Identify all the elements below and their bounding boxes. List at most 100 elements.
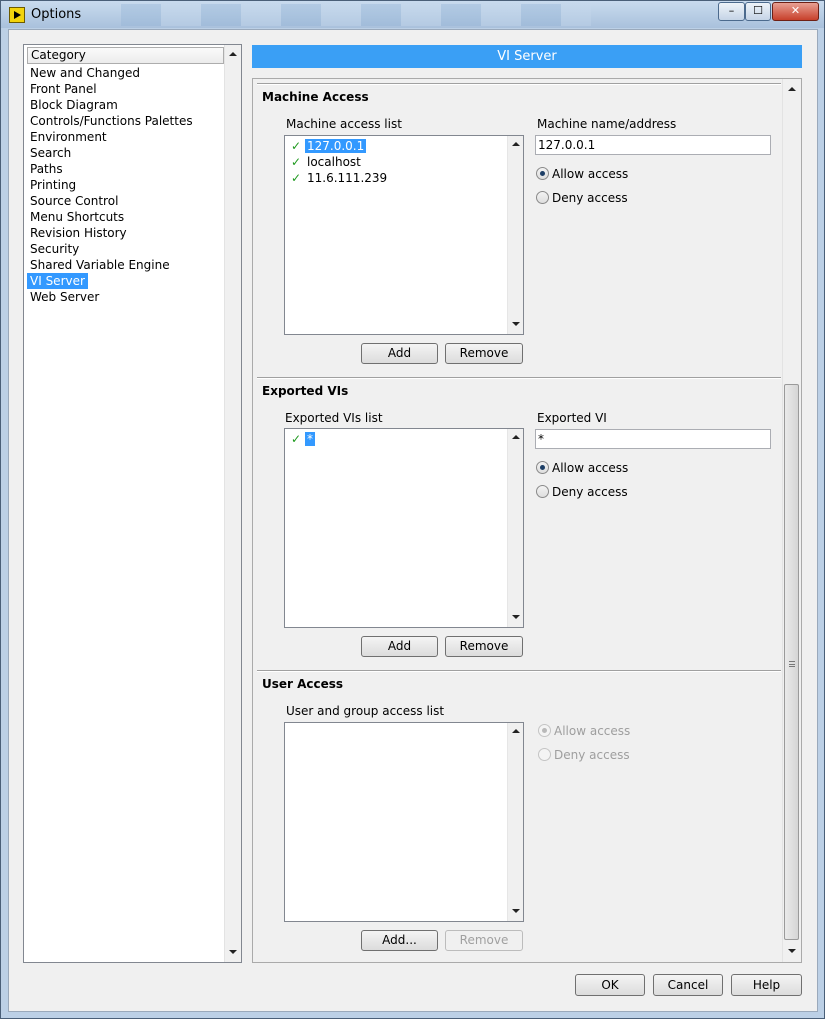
title-bar[interactable]: Options – ☐ ✕ bbox=[1, 1, 824, 28]
exported-vi-input[interactable]: * bbox=[535, 429, 771, 449]
cancel-button[interactable]: Cancel bbox=[653, 974, 723, 996]
exported-vi-label: Exported VI bbox=[537, 411, 607, 425]
radio-unselected-icon bbox=[536, 191, 549, 204]
section-divider bbox=[257, 83, 781, 85]
category-item-shared-variable-engine[interactable]: Shared Variable Engine bbox=[27, 257, 173, 273]
machine-name-input[interactable]: 127.0.0.1 bbox=[535, 135, 771, 155]
list-item[interactable]: ✓ 11.6.111.239 bbox=[287, 170, 505, 186]
machine-deny-access-label: Deny access bbox=[552, 191, 628, 205]
user-allow-access-radio: Allow access bbox=[538, 722, 630, 740]
scroll-down-arrow-icon[interactable] bbox=[788, 949, 796, 953]
category-item-new-and-changed[interactable]: New and Changed bbox=[27, 65, 143, 81]
scroll-up-arrow-icon[interactable] bbox=[788, 87, 796, 91]
check-icon: ✓ bbox=[290, 155, 302, 169]
category-scrollbar[interactable] bbox=[224, 45, 241, 962]
exported-vis-list[interactable]: ✓ * bbox=[284, 428, 524, 628]
user-add-button[interactable]: Add... bbox=[361, 930, 438, 951]
user-access-list-label: User and group access list bbox=[286, 704, 445, 718]
labview-icon bbox=[9, 7, 25, 23]
page-title: VI Server bbox=[252, 45, 802, 68]
ok-button[interactable]: OK bbox=[575, 974, 645, 996]
category-item-revision-history[interactable]: Revision History bbox=[27, 225, 130, 241]
machine-name-label: Machine name/address bbox=[537, 117, 677, 131]
settings-panel: Machine Access Machine access list ✓ 127.… bbox=[252, 78, 802, 963]
user-allow-access-label: Allow access bbox=[554, 724, 631, 738]
user-access-list[interactable] bbox=[284, 722, 524, 922]
vi-allow-access-radio[interactable]: Allow access bbox=[536, 459, 628, 477]
scroll-up-arrow-icon[interactable] bbox=[512, 435, 520, 439]
scroll-down-arrow-icon[interactable] bbox=[512, 615, 520, 619]
category-item-printing[interactable]: Printing bbox=[27, 177, 79, 193]
category-list[interactable]: Category New and Changed Front Panel Block… bbox=[23, 44, 242, 963]
window-title: Options bbox=[31, 7, 82, 22]
category-item-source-control[interactable]: Source Control bbox=[27, 193, 121, 209]
scrollbar-thumb[interactable] bbox=[784, 384, 799, 940]
help-button[interactable]: Help bbox=[731, 974, 802, 996]
list-item-text: 127.0.0.1 bbox=[305, 139, 367, 153]
check-icon: ✓ bbox=[290, 139, 302, 153]
vi-deny-access-label: Deny access bbox=[552, 485, 628, 499]
category-item-search[interactable]: Search bbox=[27, 145, 74, 161]
list-item[interactable]: ✓ 127.0.0.1 bbox=[287, 138, 505, 154]
machine-access-list[interactable]: ✓ 127.0.0.1 ✓ localhost ✓ 11.6.111.239 bbox=[284, 135, 524, 335]
user-list-scrollbar[interactable] bbox=[507, 723, 523, 921]
machine-remove-button[interactable]: Remove bbox=[445, 343, 523, 364]
machine-allow-access-label: Allow access bbox=[552, 167, 629, 181]
category-item-environment[interactable]: Environment bbox=[27, 129, 110, 145]
check-icon: ✓ bbox=[290, 171, 302, 185]
machine-access-list-label: Machine access list bbox=[286, 117, 402, 131]
machine-add-button[interactable]: Add bbox=[361, 343, 438, 364]
machine-deny-access-radio[interactable]: Deny access bbox=[536, 189, 628, 207]
radio-selected-icon bbox=[536, 461, 549, 474]
exported-vis-title: Exported VIs bbox=[262, 384, 349, 398]
machine-list-scrollbar[interactable] bbox=[507, 136, 523, 334]
exported-vis-list-label: Exported VIs list bbox=[285, 411, 383, 425]
vi-add-button[interactable]: Add bbox=[361, 636, 438, 657]
scrollbar-grip-icon bbox=[789, 661, 795, 667]
vi-allow-access-label: Allow access bbox=[552, 461, 629, 475]
category-item-paths[interactable]: Paths bbox=[27, 161, 66, 177]
category-item-menu-shortcuts[interactable]: Menu Shortcuts bbox=[27, 209, 127, 225]
scroll-up-arrow-icon[interactable] bbox=[512, 142, 520, 146]
machine-allow-access-radio[interactable]: Allow access bbox=[536, 165, 628, 183]
scroll-up-arrow-icon[interactable] bbox=[229, 52, 237, 56]
list-item-text: localhost bbox=[307, 155, 361, 169]
list-item[interactable]: ✓ * bbox=[287, 431, 505, 447]
category-item-block-diagram[interactable]: Block Diagram bbox=[27, 97, 121, 113]
scroll-down-arrow-icon[interactable] bbox=[512, 909, 520, 913]
exported-vis-entries: ✓ * bbox=[287, 431, 505, 447]
radio-selected-icon bbox=[536, 167, 549, 180]
section-divider bbox=[257, 670, 781, 672]
vis-list-scrollbar[interactable] bbox=[507, 429, 523, 627]
category-header: Category bbox=[27, 47, 224, 64]
maximize-button[interactable]: ☐ bbox=[745, 2, 771, 21]
list-item-text: 11.6.111.239 bbox=[307, 171, 388, 185]
vi-deny-access-radio[interactable]: Deny access bbox=[536, 483, 628, 501]
minimize-button[interactable]: – bbox=[718, 2, 745, 21]
vi-remove-button[interactable]: Remove bbox=[445, 636, 523, 657]
user-deny-access-radio: Deny access bbox=[538, 746, 630, 764]
machine-access-title: Machine Access bbox=[262, 90, 369, 104]
category-item-vi-server[interactable]: VI Server bbox=[27, 273, 88, 289]
user-access-title: User Access bbox=[262, 677, 344, 691]
category-item-controls-functions-palettes[interactable]: Controls/Functions Palettes bbox=[27, 113, 196, 129]
check-icon: ✓ bbox=[290, 432, 302, 446]
settings-scrollbar[interactable] bbox=[782, 79, 800, 962]
user-remove-button: Remove bbox=[445, 930, 523, 951]
radio-selected-icon bbox=[538, 724, 551, 737]
scroll-up-arrow-icon[interactable] bbox=[512, 729, 520, 733]
category-item-security[interactable]: Security bbox=[27, 241, 82, 257]
list-item[interactable]: ✓ localhost bbox=[287, 154, 505, 170]
radio-unselected-icon bbox=[536, 485, 549, 498]
close-button[interactable]: ✕ bbox=[772, 2, 819, 21]
radio-unselected-icon bbox=[538, 748, 551, 761]
category-item-front-panel[interactable]: Front Panel bbox=[27, 81, 100, 97]
machine-access-entries: ✓ 127.0.0.1 ✓ localhost ✓ 11.6.111.239 bbox=[287, 138, 505, 186]
scroll-down-arrow-icon[interactable] bbox=[229, 950, 237, 954]
section-divider bbox=[257, 377, 781, 379]
scroll-down-arrow-icon[interactable] bbox=[512, 322, 520, 326]
list-item-text: * bbox=[305, 432, 315, 446]
user-deny-access-label: Deny access bbox=[554, 748, 630, 762]
title-bar-background bbox=[121, 4, 591, 26]
category-item-web-server[interactable]: Web Server bbox=[27, 289, 102, 305]
